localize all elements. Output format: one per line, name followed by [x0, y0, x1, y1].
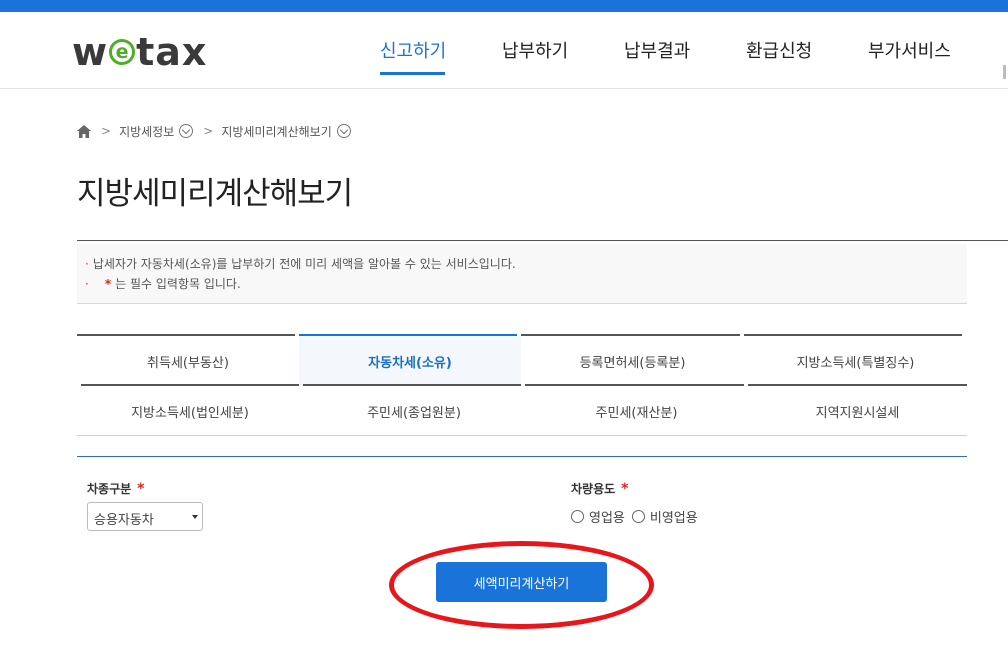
calculate-tax-button[interactable]: 세액미리계산하기: [436, 562, 607, 602]
vehicle-type-label-text: 차종구분: [87, 482, 132, 496]
tab-regional-facility-tax[interactable]: 지역지원시설세: [748, 386, 967, 436]
radio-commercial-label[interactable]: 영업용: [589, 507, 625, 526]
chevron-right-icon: >: [203, 124, 214, 138]
vehicle-type-selected-value: 승용자동차: [94, 513, 154, 528]
notice-line-required: · * 는 필수 입력항목 입니다.: [85, 274, 967, 294]
vehicle-type-select[interactable]: 승용자동차: [87, 502, 203, 531]
form-top-rule: [77, 456, 967, 457]
vehicle-use-label: 차량용도 *: [571, 480, 629, 497]
title-divider: [77, 240, 1008, 241]
vehicle-use-label-text: 차량용도: [571, 482, 616, 496]
radio-commercial[interactable]: [571, 510, 584, 523]
tabs-bottom-rule: [77, 435, 967, 436]
dropdown-arrow-icon: [192, 515, 198, 519]
nav-overflow-edge: [1003, 65, 1006, 79]
nav-item-payment[interactable]: 납부하기: [502, 37, 568, 63]
chevron-down-icon[interactable]: [179, 124, 194, 138]
required-star-icon: *: [621, 481, 629, 497]
nav-item-extra-services[interactable]: 부가서비스: [868, 37, 951, 63]
vehicle-use-radio-group: 영업용 비영업용: [571, 507, 705, 526]
main-nav: 신고하기 납부하기 납부결과 환급신청 부가서비스: [0, 37, 1008, 79]
chevron-down-icon[interactable]: [336, 124, 351, 138]
tab-income-tax-withholding[interactable]: 지방소득세(특별징수): [744, 336, 967, 386]
notice-line-service: · 납세자가 자동차세(소유)를 납부하기 전에 미리 세액을 알아볼 수 있는 …: [85, 254, 967, 274]
nav-item-refund[interactable]: 환급신청: [746, 37, 812, 63]
nav-item-payment-result[interactable]: 납부결과: [624, 37, 690, 63]
breadcrumb-item-local-tax-info[interactable]: 지방세정보: [119, 123, 174, 140]
nav-active-indicator: [380, 72, 445, 75]
home-icon[interactable]: [77, 124, 91, 138]
vehicle-type-label: 차종구분 *: [87, 480, 145, 497]
breadcrumb: > 지방세정보 > 지방세미리계산해보기: [77, 121, 351, 141]
nav-item-filing[interactable]: 신고하기: [380, 37, 446, 63]
page-title: 지방세미리계산해보기: [77, 176, 353, 212]
notice-text-required: 는 필수 입력항목 입니다.: [115, 277, 241, 291]
notice-box: · 납세자가 자동차세(소유)를 납부하기 전에 미리 세액을 알아볼 수 있는 …: [77, 244, 967, 304]
tab-vehicle-tax[interactable]: 자동차세(소유): [299, 336, 521, 386]
tab-registration-tax[interactable]: 등록면허세(등록분): [521, 336, 744, 386]
tab-income-tax-corporate[interactable]: 지방소득세(법인세분): [77, 386, 303, 436]
radio-non-commercial-label[interactable]: 비영업용: [650, 507, 698, 526]
bullet-icon: ·: [85, 277, 89, 291]
breadcrumb-item-calculator[interactable]: 지방세미리계산해보기: [221, 123, 331, 140]
site-header: w e tax 신고하기 납부하기 납부결과 환급신청 부가서비스: [0, 12, 1008, 89]
required-star-icon: *: [104, 277, 112, 291]
tax-type-tabs: 취득세(부동산) 자동차세(소유) 등록면허세(등록분) 지방소득세(특별징수)…: [77, 334, 967, 436]
notice-text-service: 납세자가 자동차세(소유)를 납부하기 전에 미리 세액을 알아볼 수 있는 서…: [92, 257, 516, 271]
radio-non-commercial[interactable]: [631, 510, 645, 523]
tab-acquisition-tax[interactable]: 취득세(부동산): [77, 336, 299, 386]
chevron-right-icon: >: [101, 124, 112, 138]
top-color-bar: [0, 0, 1008, 12]
tab-resident-tax-employee[interactable]: 주민세(종업원분): [303, 386, 525, 436]
required-star-icon: *: [137, 481, 145, 497]
tab-resident-tax-property[interactable]: 주민세(재산분): [525, 386, 748, 436]
bullet-icon: ·: [85, 257, 89, 271]
